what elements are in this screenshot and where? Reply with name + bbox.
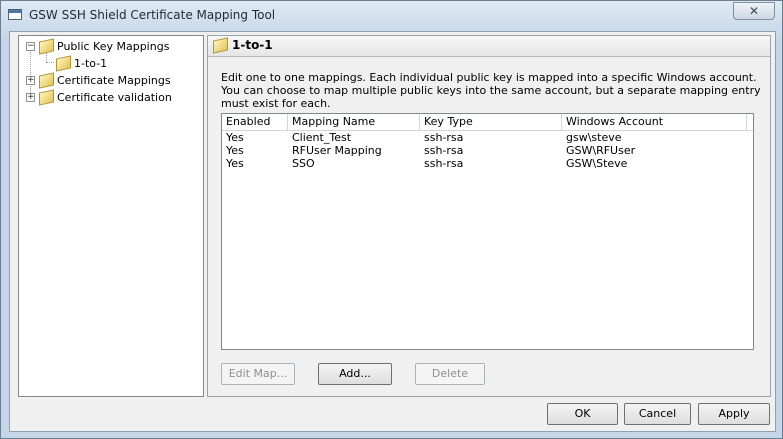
table-header: Enabled Mapping Name Key Type Windows Ac…	[222, 114, 753, 131]
ok-button[interactable]: OK	[547, 403, 618, 425]
panel-title: 1-to-1	[232, 38, 273, 52]
mappings-table[interactable]: Enabled Mapping Name Key Type Windows Ac…	[221, 113, 754, 350]
column-header-enabled[interactable]: Enabled	[222, 114, 288, 130]
cell-mapping-name: SSO	[292, 157, 315, 170]
cell-enabled: Yes	[226, 131, 244, 144]
tree-item-certificate-mappings[interactable]: + Certificate Mappings	[19, 72, 199, 89]
folder-icon	[39, 72, 54, 89]
cell-mapping-name: Client_Test	[292, 131, 352, 144]
apply-button[interactable]: Apply	[698, 403, 770, 425]
tree-item-1-to-1[interactable]: 1-to-1	[19, 55, 199, 72]
folder-icon	[39, 89, 54, 106]
table-row[interactable]: Yes RFUser Mapping ssh-rsa GSW\RFUser	[222, 144, 753, 157]
tree-item-public-key-mappings[interactable]: − Public Key Mappings	[19, 38, 199, 55]
cancel-button[interactable]: Cancel	[624, 403, 691, 425]
cell-enabled: Yes	[226, 157, 244, 170]
main-window: GSW SSH Shield Certificate Mapping Tool …	[0, 0, 783, 439]
window-title: GSW SSH Shield Certificate Mapping Tool	[29, 8, 276, 22]
edit-map-button[interactable]: Edit Map...	[221, 363, 295, 385]
cell-windows-account: gsw\steve	[566, 131, 622, 144]
column-header-mapping-name[interactable]: Mapping Name	[288, 114, 420, 130]
collapse-icon[interactable]: −	[26, 42, 35, 51]
tree-item-label: Public Key Mappings	[57, 40, 170, 53]
expand-icon[interactable]: +	[26, 93, 35, 102]
close-button[interactable]: ✕	[733, 2, 775, 20]
cell-key-type: ssh-rsa	[424, 157, 464, 170]
panel-description: Edit one to one mappings. Each individua…	[221, 71, 761, 110]
column-header-windows-account[interactable]: Windows Account	[562, 114, 747, 130]
cell-enabled: Yes	[226, 144, 244, 157]
app-window-icon	[8, 9, 22, 20]
column-header-key-type[interactable]: Key Type	[420, 114, 562, 130]
mapping-panel: 1-to-1 Edit one to one mappings. Each in…	[207, 35, 771, 397]
client-area: − Public Key Mappings 1-to-1 + Certifica…	[9, 31, 776, 432]
tree-item-label: 1-to-1	[74, 57, 108, 70]
folder-icon	[213, 37, 228, 54]
tree-item-certificate-validation[interactable]: + Certificate validation	[19, 89, 199, 106]
cell-key-type: ssh-rsa	[424, 131, 464, 144]
tree-item-label: Certificate validation	[57, 91, 172, 104]
folder-icon	[39, 38, 54, 55]
panel-header: 1-to-1	[208, 36, 770, 57]
table-row[interactable]: Yes Client_Test ssh-rsa gsw\steve	[222, 131, 753, 144]
expand-icon[interactable]: +	[26, 76, 35, 85]
title-bar[interactable]: GSW SSH Shield Certificate Mapping Tool …	[1, 1, 782, 29]
tree-item-label: Certificate Mappings	[57, 74, 171, 87]
navigation-tree: − Public Key Mappings 1-to-1 + Certifica…	[18, 35, 204, 397]
add-button[interactable]: Add...	[318, 363, 392, 385]
table-row[interactable]: Yes SSO ssh-rsa GSW\Steve	[222, 157, 753, 170]
cell-windows-account: GSW\RFUser	[566, 144, 636, 157]
cell-key-type: ssh-rsa	[424, 144, 464, 157]
folder-icon	[56, 55, 71, 72]
cell-windows-account: GSW\Steve	[566, 157, 628, 170]
cell-mapping-name: RFUser Mapping	[292, 144, 382, 157]
delete-button[interactable]: Delete	[415, 363, 485, 385]
